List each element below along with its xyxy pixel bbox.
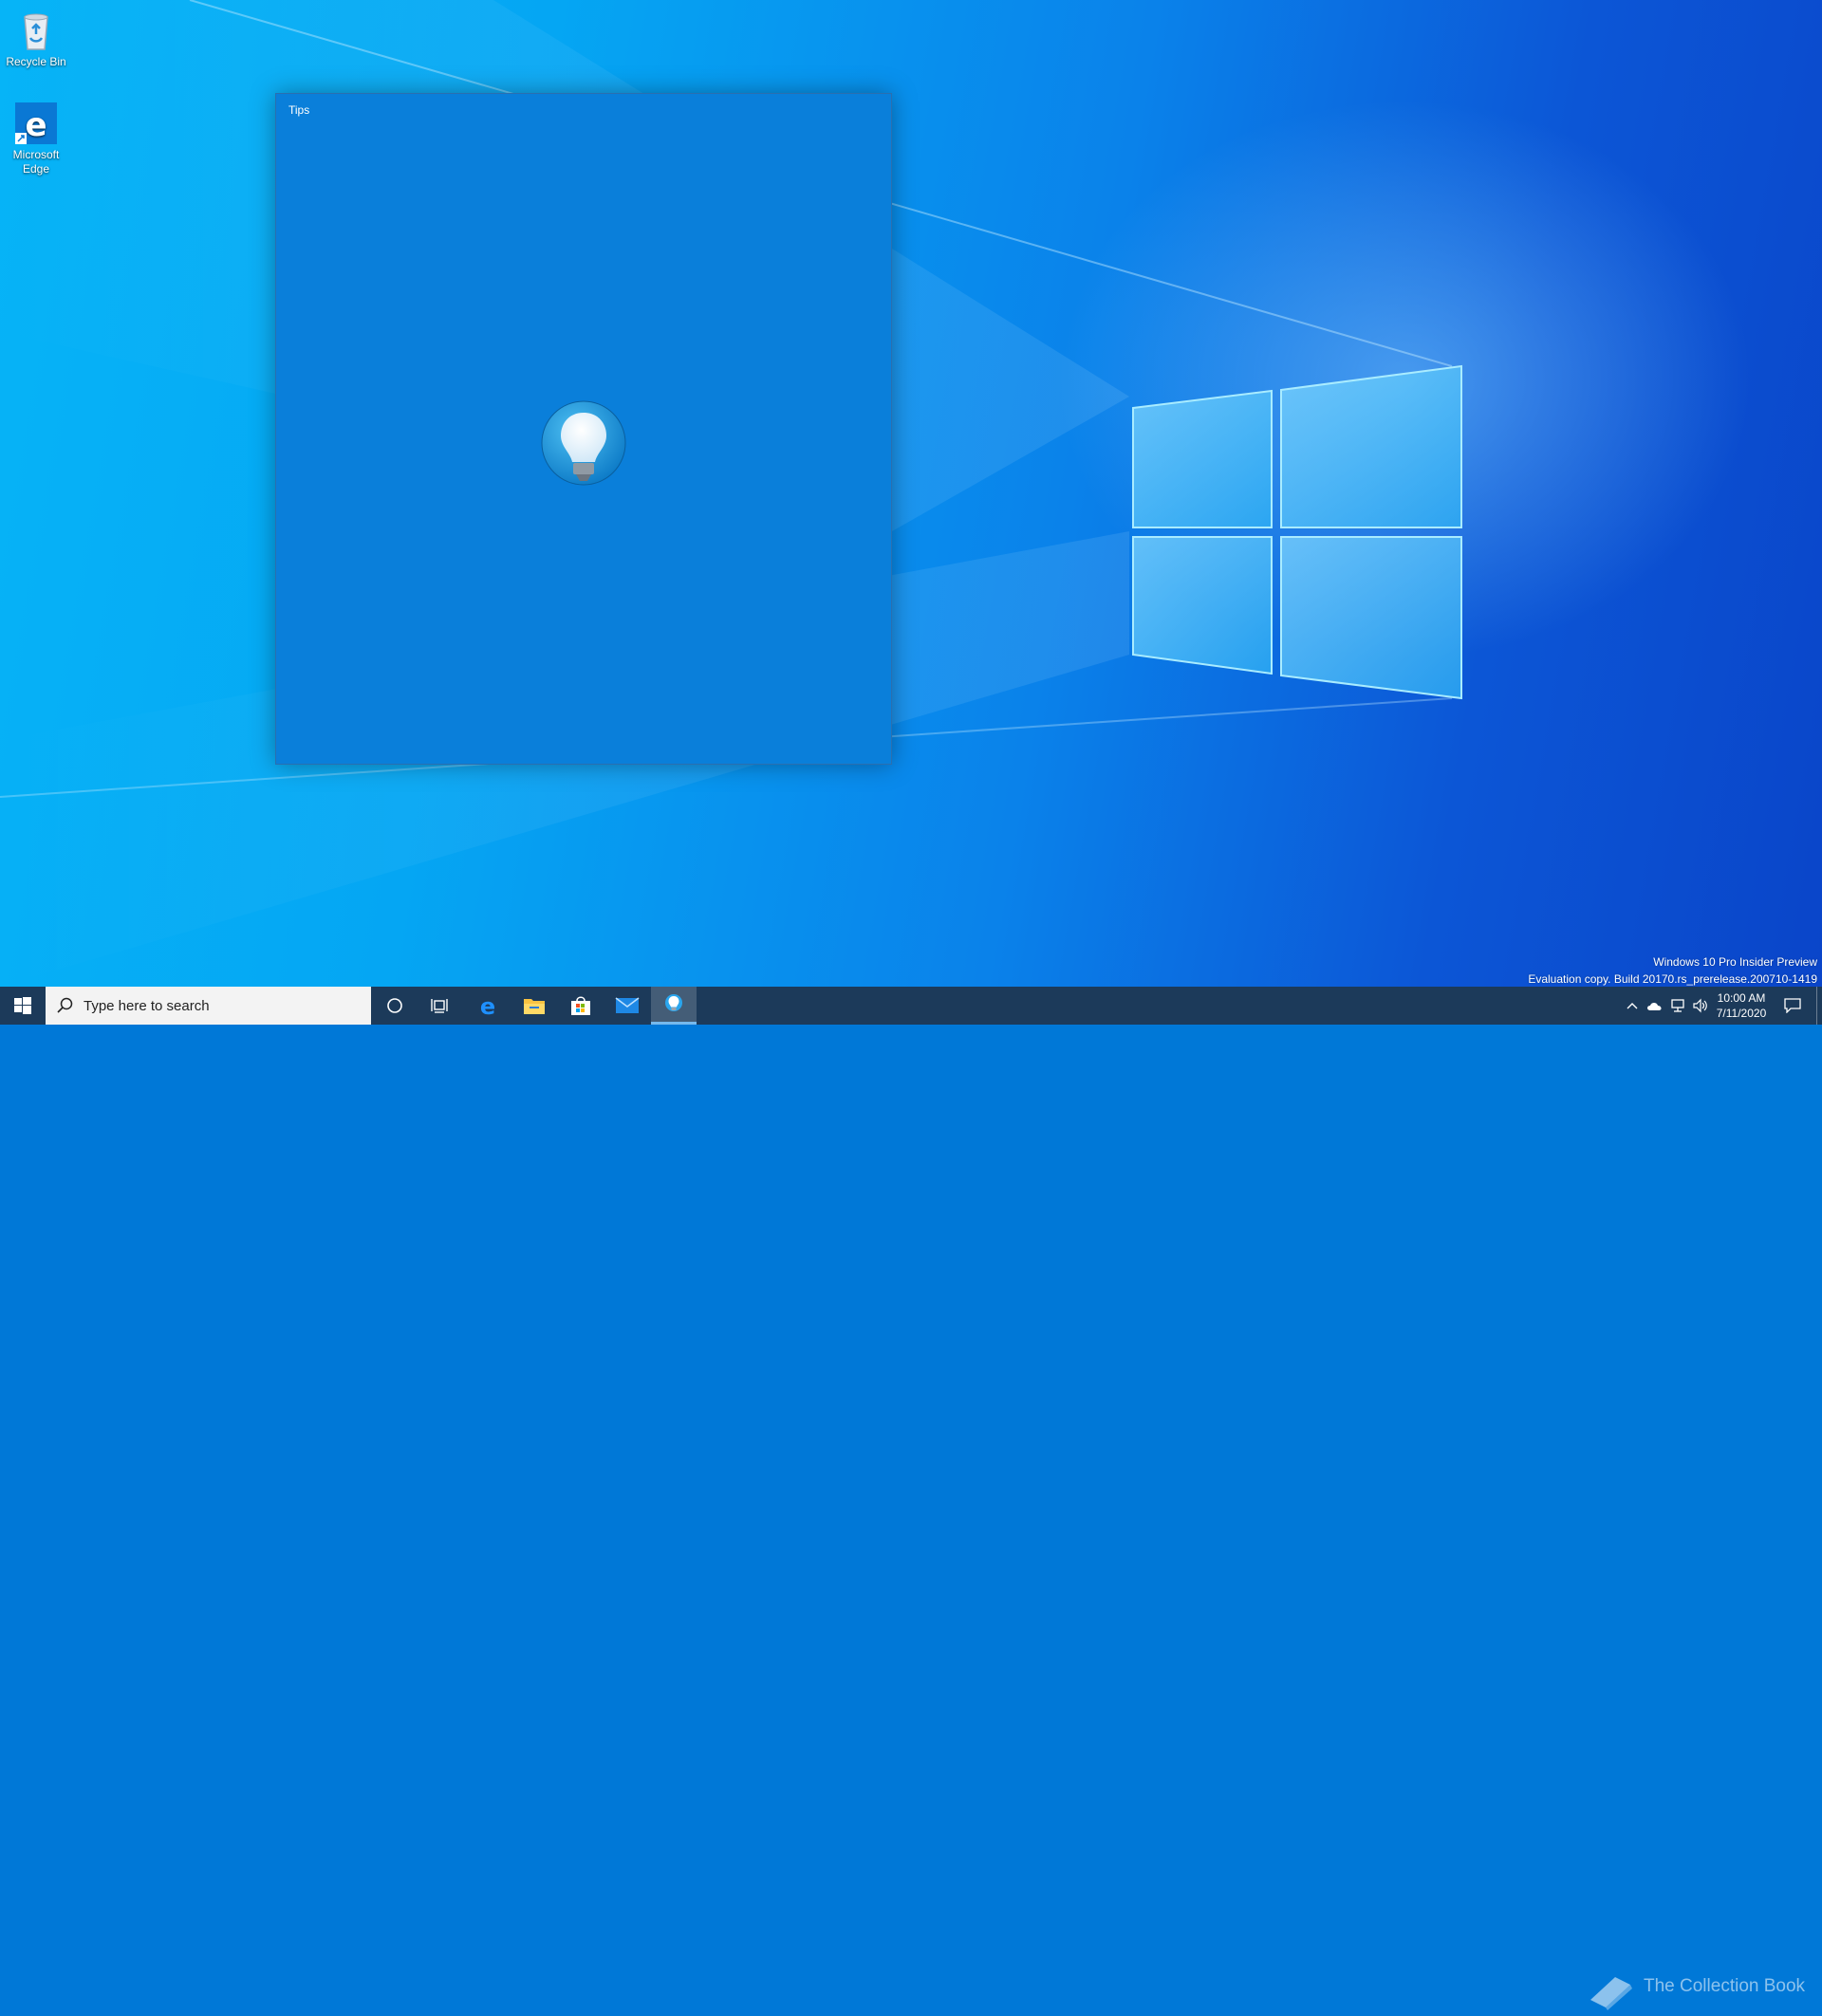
desktop-wallpaper — [0, 0, 1822, 987]
windows-start-icon — [14, 997, 31, 1014]
taskbar-search[interactable] — [46, 987, 371, 1025]
taskbar: e The Col — [0, 987, 1822, 2010]
onedrive-button[interactable] — [1644, 987, 1666, 1025]
taskbar-mail-button[interactable] — [604, 987, 650, 1025]
file-explorer-icon — [524, 999, 545, 1014]
taskbar-clock[interactable]: 10:00 AM 7/11/2020 — [1708, 990, 1775, 1021]
task-view-button[interactable] — [418, 987, 463, 1025]
taskbar-file-explorer-button[interactable] — [511, 987, 557, 1025]
edge-icon: e — [480, 994, 495, 1017]
action-center-button[interactable] — [1776, 987, 1809, 1025]
window-title: Tips — [288, 103, 310, 117]
brand-overlay-text: The Collection Book — [1644, 1976, 1806, 1996]
notification-icon — [1784, 998, 1801, 1013]
collection-book-overlay: The Collection Book — [1587, 1971, 1805, 2011]
desktop-icon-label: Recycle Bin — [6, 55, 66, 68]
book-logo-icon — [1590, 1977, 1632, 2010]
network-button[interactable] — [1666, 987, 1689, 1025]
mail-icon — [615, 997, 640, 1013]
cortana-icon — [387, 998, 402, 1013]
watermark-edition: Windows 10 Pro Insider Preview — [1653, 955, 1817, 969]
taskbar-store-button[interactable] — [558, 987, 604, 1025]
start-button[interactable] — [0, 987, 46, 1025]
svg-text:e: e — [25, 106, 46, 144]
recycle-bin-icon — [13, 8, 59, 53]
taskbar-tips-button[interactable] — [651, 987, 697, 1025]
cortana-button[interactable] — [372, 987, 418, 1025]
chevron-up-icon — [1627, 1003, 1638, 1009]
network-icon — [1671, 999, 1684, 1012]
search-input[interactable] — [82, 996, 351, 1015]
cloud-icon — [1647, 1003, 1662, 1010]
show-desktop-button[interactable] — [1816, 987, 1822, 1025]
search-icon — [57, 997, 73, 1013]
build-watermark: Windows 10 Pro Insider Preview Evaluatio… — [1528, 953, 1817, 988]
windows-logo-light-beams — [0, 0, 1462, 987]
task-view-icon — [431, 999, 448, 1013]
clock-date: 7/11/2020 — [1716, 1007, 1767, 1020]
volume-icon — [1693, 998, 1707, 1013]
tips-icon — [665, 993, 682, 1011]
desktop-icon-recycle-bin[interactable]: Recycle Bin — [0, 8, 72, 69]
taskbar-edge-button[interactable]: e — [465, 987, 511, 1025]
clock-time: 10:00 AM — [1717, 991, 1766, 1005]
store-icon — [571, 996, 590, 1015]
tips-app-window[interactable]: Tips — [275, 93, 892, 765]
desktop-icon-label: Microsoft Edge — [12, 148, 60, 176]
lightbulb-icon — [540, 399, 627, 500]
svg-text:e: e — [480, 994, 495, 1017]
show-hidden-icons-button[interactable] — [1621, 987, 1644, 1025]
watermark-build: Evaluation copy. Build 20170.rs_prerelea… — [1528, 972, 1817, 986]
edge-icon: e — [13, 101, 59, 146]
desktop-icon-microsoft-edge[interactable]: e Microsoft Edge — [0, 101, 72, 176]
